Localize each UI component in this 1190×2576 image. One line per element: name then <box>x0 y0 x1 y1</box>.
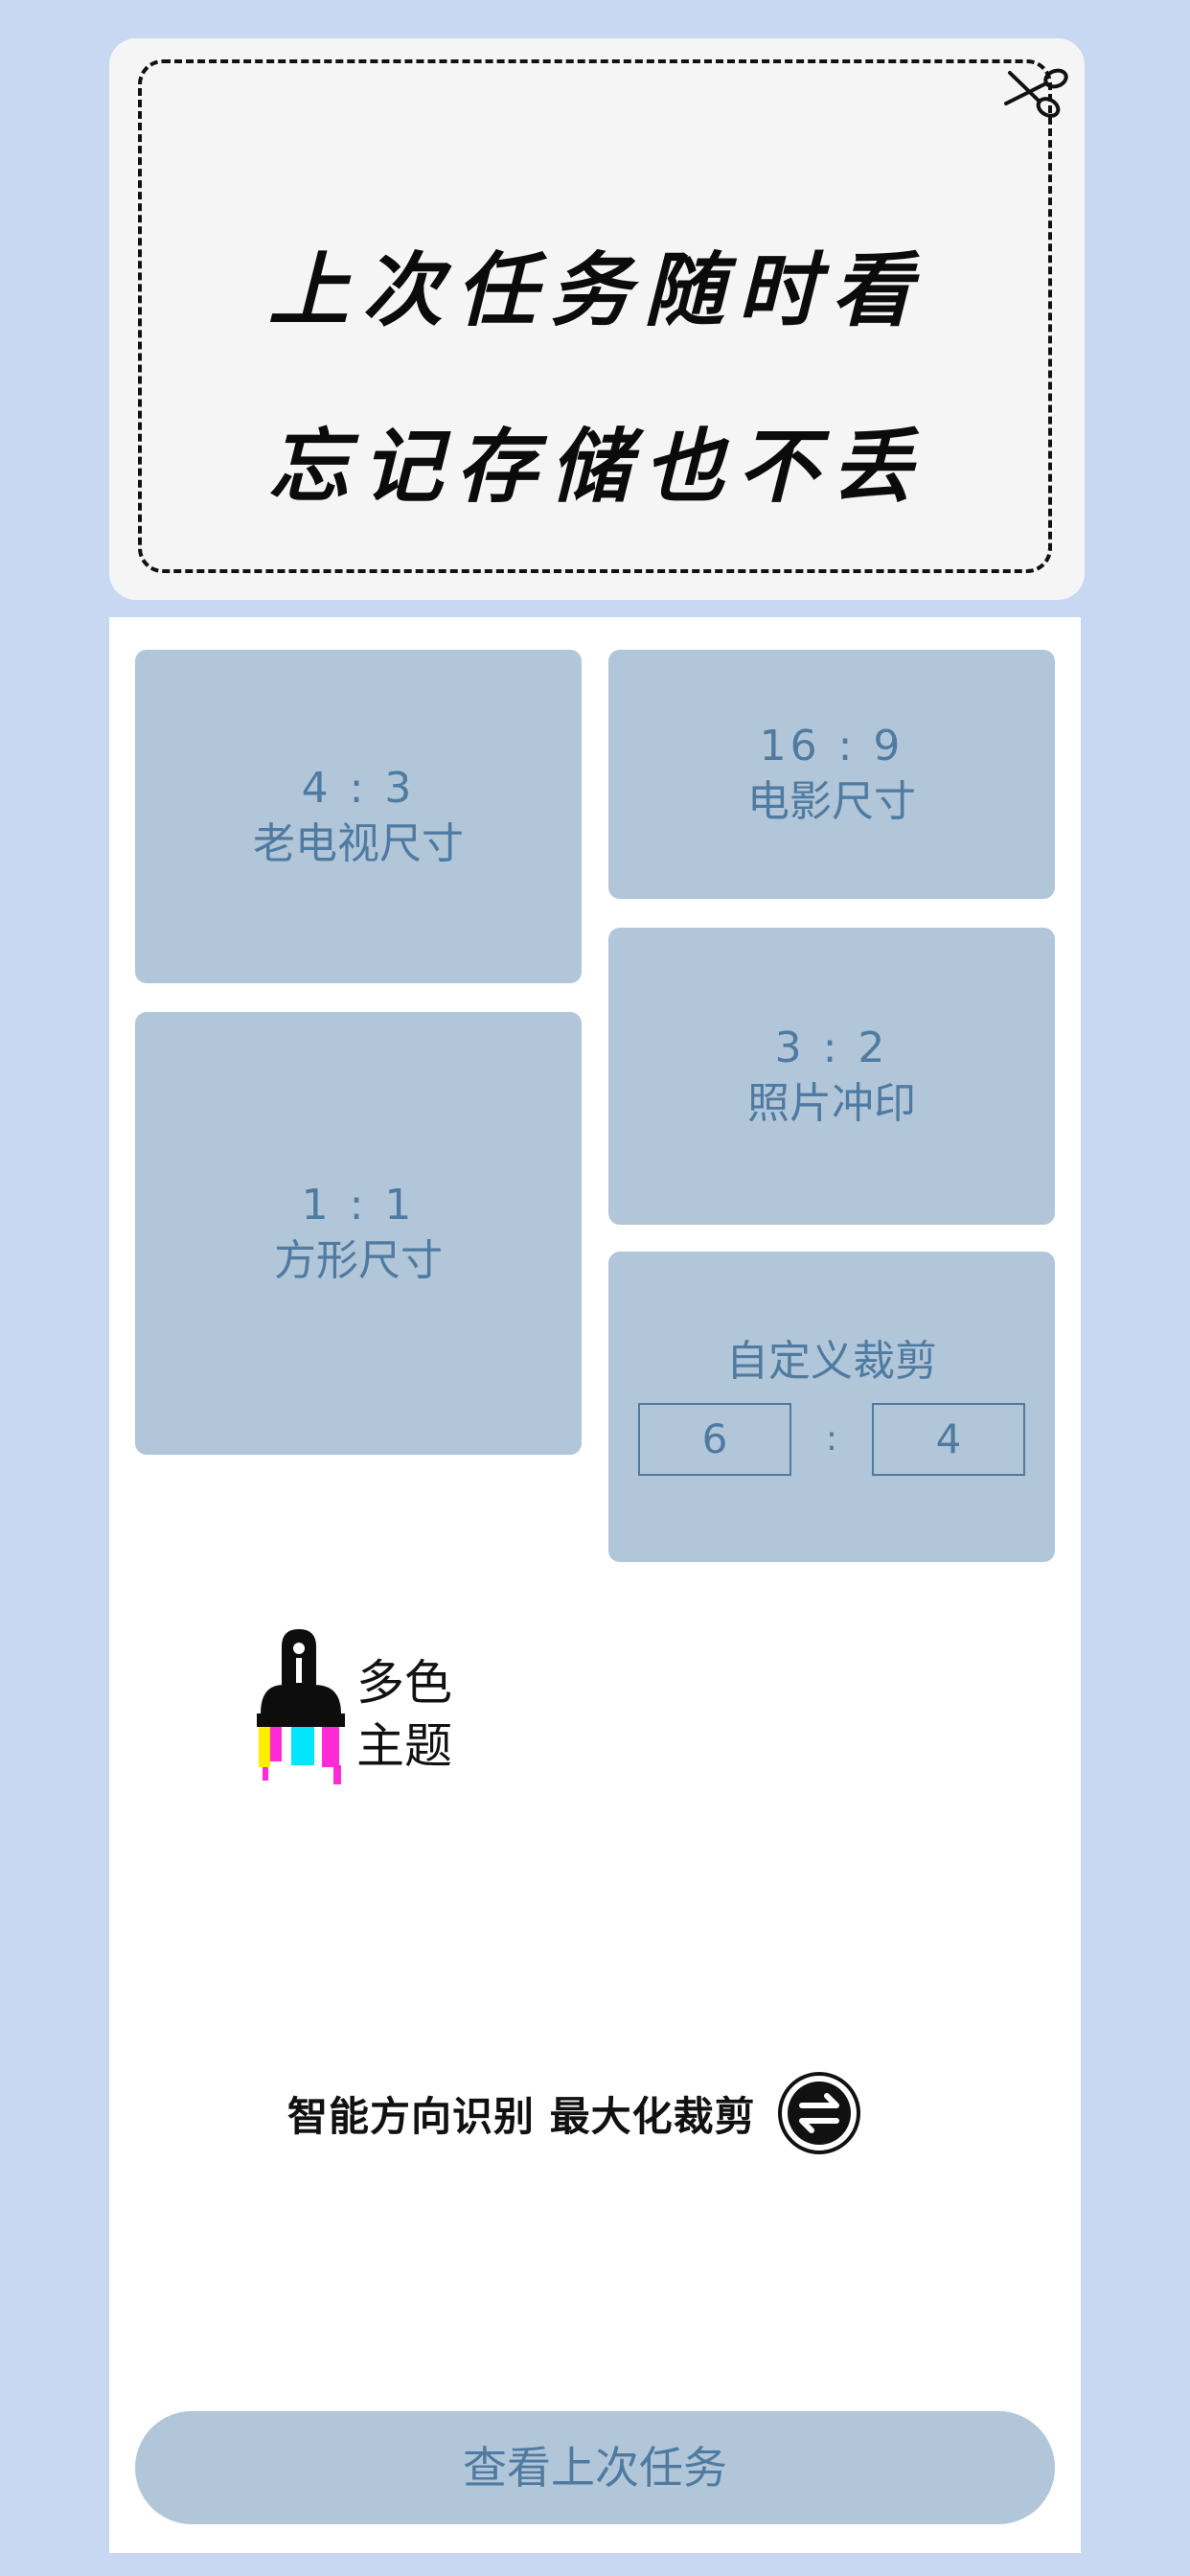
ratio-tile-16-9[interactable]: 16 : 9 电影尺寸 <box>608 650 1055 899</box>
ratio-label: 方形尺寸 <box>274 1236 443 1285</box>
ratio-tile-3-2[interactable]: 3 : 2 照片冲印 <box>608 928 1055 1225</box>
ratio-tile-1-1[interactable]: 1 : 1 方形尺寸 <box>135 1012 582 1455</box>
slogan-line-1: 上次任务随时看 <box>267 242 926 337</box>
ratio-value: 16 : 9 <box>759 722 904 770</box>
scissors-icon <box>1004 68 1068 118</box>
theme-label-line-2: 主题 <box>356 1718 452 1774</box>
ratio-tile-4-3[interactable]: 4 : 3 老电视尺寸 <box>135 650 582 983</box>
ratio-label: 老电视尺寸 <box>253 819 464 868</box>
slogan-banner: 上次任务随时看 忘记存储也不丢 <box>109 38 1085 600</box>
custom-ratio-separator: : <box>825 1419 838 1459</box>
theme-label-line-1: 多色 <box>356 1655 452 1711</box>
ratio-label: 照片冲印 <box>747 1079 916 1128</box>
custom-crop-tile[interactable]: 自定义裁剪 6 : 4 <box>608 1252 1055 1562</box>
ratio-value: 3 : 2 <box>774 1024 889 1072</box>
ratio-value: 1 : 1 <box>301 1181 416 1230</box>
view-last-task-button[interactable]: 查看上次任务 <box>135 2411 1055 2524</box>
app-screen: 上次任务随时看 忘记存储也不丢 4 : 3 老电视尺寸 16 : 9 电影尺寸 … <box>0 0 1190 2576</box>
swap-icon[interactable] <box>777 2071 861 2155</box>
custom-ratio-row: 6 : 4 <box>638 1403 1025 1476</box>
smart-crop-toggle[interactable]: 智能方向识别 最大化裁剪 <box>287 2070 861 2156</box>
slogan-line-2: 忘记存储也不丢 <box>267 419 926 514</box>
main-panel: 4 : 3 老电视尺寸 16 : 9 电影尺寸 1 : 1 方形尺寸 3 : 2… <box>109 617 1081 2553</box>
theme-button[interactable]: 多色 主题 <box>245 1625 475 1798</box>
custom-crop-label: 自定义裁剪 <box>726 1337 937 1386</box>
paint-brush-icon <box>257 1629 345 1784</box>
ratio-label: 电影尺寸 <box>747 777 916 826</box>
smart-crop-label: 智能方向识别 最大化裁剪 <box>287 2092 756 2140</box>
custom-width-input[interactable]: 6 <box>638 1403 791 1476</box>
ratio-value: 4 : 3 <box>301 764 416 813</box>
custom-height-input[interactable]: 4 <box>872 1403 1025 1476</box>
